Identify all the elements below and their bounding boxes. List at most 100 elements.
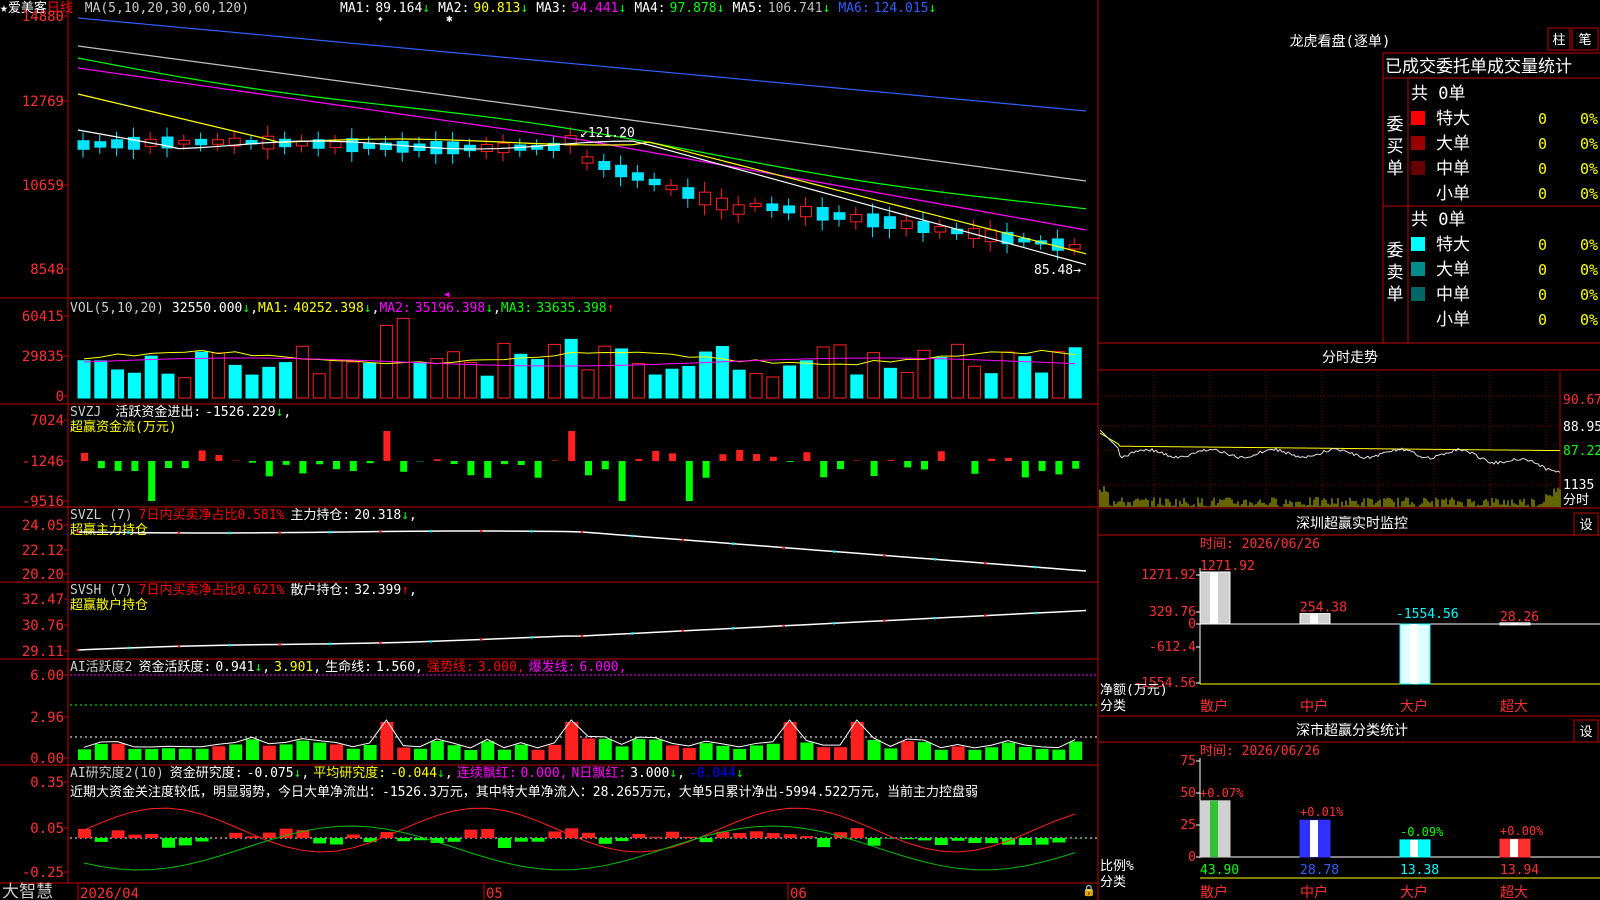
- volume-bar[interactable]: [312, 373, 326, 399]
- activity-bar[interactable]: [850, 722, 864, 760]
- flow-bar[interactable]: [114, 461, 122, 471]
- volume-bar[interactable]: [547, 343, 561, 399]
- candle[interactable]: [934, 225, 947, 233]
- activity-bar[interactable]: [598, 738, 612, 760]
- flow-bar[interactable]: [433, 459, 441, 461]
- activity-bar[interactable]: [145, 749, 159, 760]
- activity-bar[interactable]: [817, 747, 831, 760]
- research-bar[interactable]: [918, 838, 931, 841]
- svsh-chart[interactable]: [76, 609, 1087, 652]
- activity-bar[interactable]: [262, 745, 276, 760]
- activity-bar[interactable]: [750, 745, 763, 760]
- candle[interactable]: [1051, 238, 1064, 251]
- research-bar[interactable]: [346, 834, 360, 838]
- flow-bar[interactable]: [803, 452, 811, 461]
- volume-bar[interactable]: [615, 348, 629, 399]
- activity-bar[interactable]: [363, 744, 377, 760]
- activity-bar[interactable]: [296, 740, 310, 760]
- activity-bar[interactable]: [615, 746, 629, 760]
- volume-bar[interactable]: [195, 351, 209, 399]
- volume-bar[interactable]: [295, 345, 309, 399]
- candle[interactable]: [581, 156, 594, 164]
- research-bar[interactable]: [850, 828, 864, 838]
- research-bar[interactable]: [985, 838, 999, 844]
- activity-bar[interactable]: [330, 744, 343, 760]
- flow-bar[interactable]: [820, 461, 828, 478]
- candle[interactable]: [749, 202, 762, 208]
- activity-bar[interactable]: [918, 742, 931, 760]
- volume-bar[interactable]: [715, 345, 729, 399]
- flow-bar[interactable]: [1021, 461, 1029, 478]
- volume-bar[interactable]: [967, 365, 981, 399]
- flow-bar[interactable]: [736, 449, 744, 461]
- research-bar[interactable]: [1052, 838, 1066, 843]
- research-bar[interactable]: [901, 838, 915, 840]
- activity-bar[interactable]: [1035, 748, 1049, 760]
- flow-bar[interactable]: [585, 461, 592, 476]
- activity-bar[interactable]: [666, 745, 679, 760]
- research-bar[interactable]: [78, 829, 91, 838]
- activity-bar[interactable]: [531, 749, 545, 760]
- flow-bar[interactable]: [618, 461, 626, 501]
- volume-bar[interactable]: [598, 345, 612, 399]
- activity-bar[interactable]: [430, 740, 444, 760]
- volume-bar[interactable]: [984, 373, 998, 399]
- research-bar[interactable]: [229, 832, 243, 838]
- research-bar[interactable]: [531, 838, 545, 842]
- candle[interactable]: [94, 141, 107, 148]
- candle[interactable]: [799, 205, 812, 218]
- flow-bar[interactable]: [652, 450, 660, 461]
- research-bar[interactable]: [598, 838, 612, 844]
- activity-bar[interactable]: [279, 744, 293, 760]
- flow-bar[interactable]: [534, 461, 542, 478]
- volume-bar[interactable]: [94, 360, 108, 399]
- candle[interactable]: [917, 221, 930, 233]
- volume-bar[interactable]: [665, 368, 679, 399]
- flow-bar[interactable]: [299, 461, 307, 474]
- research-bar[interactable]: [783, 834, 797, 838]
- research-bar[interactable]: [649, 836, 663, 838]
- research-bar[interactable]: [128, 834, 142, 838]
- activity-bar[interactable]: [229, 744, 243, 760]
- research-bar[interactable]: [666, 831, 679, 838]
- candle[interactable]: [329, 141, 342, 148]
- volume-bar[interactable]: [783, 365, 797, 399]
- volume-bar[interactable]: [867, 352, 881, 399]
- activity-bar[interactable]: [951, 746, 965, 760]
- svzj-chart[interactable]: [81, 431, 1080, 501]
- candle[interactable]: [883, 216, 896, 229]
- research-bar[interactable]: [447, 838, 461, 842]
- flow-bar[interactable]: [837, 461, 844, 470]
- activity-bar[interactable]: [128, 748, 142, 760]
- flow-bar[interactable]: [450, 461, 458, 465]
- candle[interactable]: [463, 144, 476, 152]
- flow-bar[interactable]: [904, 461, 912, 468]
- research-bar[interactable]: [464, 829, 478, 838]
- activity-bar[interactable]: [800, 742, 814, 760]
- volume-bar[interactable]: [766, 376, 780, 399]
- candle[interactable]: [850, 213, 863, 223]
- volume-bar[interactable]: [430, 358, 444, 399]
- flow-bar[interactable]: [1005, 457, 1012, 461]
- monitor-settings-label[interactable]: 设: [1579, 518, 1592, 533]
- research-bar[interactable]: [750, 831, 763, 838]
- activity-bar[interactable]: [195, 748, 209, 760]
- candle[interactable]: [211, 139, 224, 145]
- volume-bar[interactable]: [363, 362, 377, 399]
- flow-bar[interactable]: [971, 461, 979, 474]
- activity-bar[interactable]: [934, 749, 948, 760]
- flow-bar[interactable]: [702, 461, 710, 478]
- volume-bar[interactable]: [497, 342, 511, 399]
- research-bar[interactable]: [1035, 838, 1049, 845]
- volume-bar[interactable]: [413, 362, 427, 399]
- research-bar[interactable]: [178, 838, 192, 846]
- candle[interactable]: [665, 184, 678, 191]
- volume-bar[interactable]: [161, 373, 175, 399]
- flow-bar[interactable]: [921, 461, 928, 470]
- activity-bar[interactable]: [699, 743, 713, 760]
- candle[interactable]: [833, 212, 846, 220]
- flow-bar[interactable]: [753, 454, 760, 461]
- research-bar[interactable]: [397, 838, 411, 842]
- activity-bar[interactable]: [682, 747, 696, 760]
- flow-bar[interactable]: [937, 451, 945, 461]
